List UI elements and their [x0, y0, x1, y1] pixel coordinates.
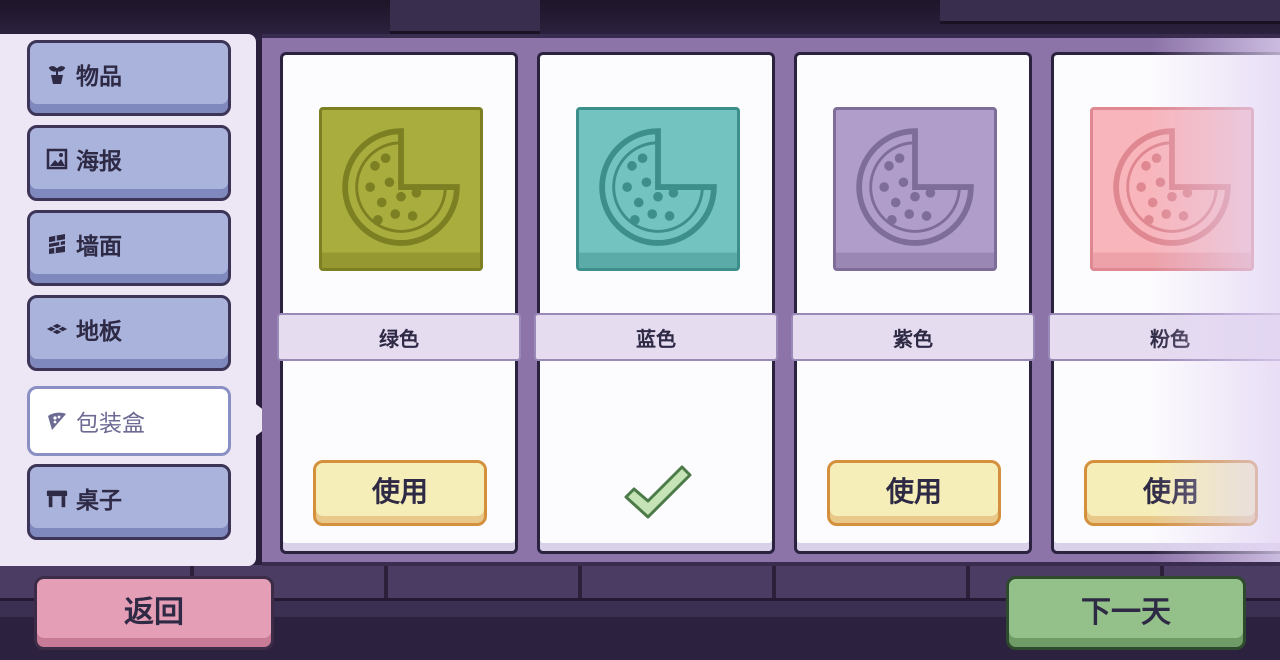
category-button-posters[interactable]: 海报 [27, 125, 231, 201]
background-roof [390, 0, 540, 34]
table-icon [46, 490, 68, 513]
skin-card-green[interactable]: 绿色 使用 [277, 52, 521, 554]
pizza-icon [1093, 128, 1251, 268]
skin-name: 绿色 [277, 313, 521, 361]
plant-pot-icon [46, 66, 68, 89]
pizza-icon [836, 128, 994, 268]
wall-brick-icon [46, 234, 68, 259]
skin-name: 粉色 [1048, 313, 1280, 361]
category-label: 物品 [76, 64, 122, 90]
category-label: 包装盒 [76, 411, 145, 437]
next-day-button[interactable]: 下一天 [1006, 576, 1246, 650]
pizza-box-preview [1090, 107, 1254, 271]
pizza-box-preview [833, 107, 997, 271]
category-button-walls[interactable]: 墙面 [27, 210, 231, 286]
skin-card-purple[interactable]: 紫色 使用 [791, 52, 1035, 554]
pizza-box-preview [319, 107, 483, 271]
use-button[interactable]: 使用 [313, 460, 487, 526]
pizza-icon [579, 128, 737, 268]
skin-card-blue[interactable]: 蓝色 [534, 52, 778, 554]
pizza-slice-icon [46, 410, 68, 432]
background-roof [940, 0, 1280, 24]
back-button[interactable]: 返回 [34, 576, 274, 650]
category-label: 桌子 [76, 488, 122, 514]
picture-frame-icon [46, 148, 68, 174]
category-label: 海报 [76, 149, 122, 175]
category-label: 地板 [76, 319, 122, 345]
use-button[interactable]: 使用 [1084, 460, 1258, 526]
category-button-boxes[interactable]: 包装盒 [27, 386, 231, 456]
skin-card-pink[interactable]: 粉色 使用 [1048, 52, 1280, 554]
skin-name: 紫色 [791, 313, 1035, 361]
use-button[interactable]: 使用 [827, 460, 1001, 526]
skin-cards-panel: 绿色 使用 蓝色 紫色 使用 粉色 使用 [262, 34, 1280, 566]
skin-name: 蓝色 [534, 313, 778, 361]
category-button-items[interactable]: 物品 [27, 40, 231, 116]
category-button-tables[interactable]: 桌子 [27, 464, 231, 540]
pizza-box-preview [576, 107, 740, 271]
category-label: 墙面 [76, 234, 122, 260]
category-sidebar: 物品 海报 墙面 地板 包装盒 桌子 [0, 34, 256, 566]
floor-tile-icon [46, 322, 68, 344]
equipped-checkmark-icon [620, 461, 696, 527]
category-button-floor[interactable]: 地板 [27, 295, 231, 371]
pizza-icon [322, 128, 480, 268]
